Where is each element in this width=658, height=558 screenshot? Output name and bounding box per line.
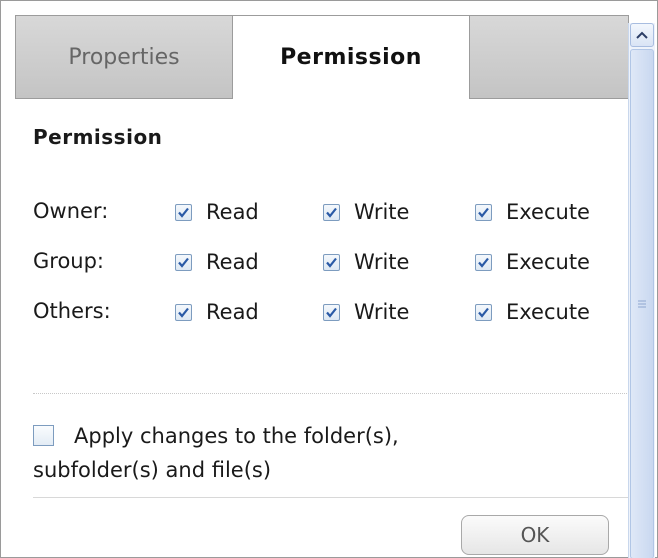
checkmark-icon	[478, 307, 489, 318]
checkbox-box[interactable]	[175, 303, 192, 321]
chevron-up-icon	[636, 31, 648, 39]
grip-icon	[638, 300, 646, 308]
checkmark-icon	[478, 257, 489, 268]
group-read-checkbox[interactable]: Read	[175, 245, 259, 279]
scroll-up-button[interactable]	[630, 23, 654, 47]
checkmark-icon	[326, 257, 337, 268]
tab-properties[interactable]: Properties	[15, 15, 233, 99]
owner-label: Owner:	[33, 199, 109, 223]
checkbox-box[interactable]	[323, 203, 340, 221]
others-permission-row: Others: Read Write Execute	[33, 295, 633, 329]
checkbox-box[interactable]	[323, 303, 340, 321]
checkbox-box[interactable]	[475, 253, 492, 271]
group-execute-label: Execute	[506, 250, 590, 274]
vertical-scrollbar[interactable]	[628, 23, 655, 558]
checkmark-icon	[326, 207, 337, 218]
tab-permission[interactable]: Permission	[233, 15, 469, 99]
group-permission-row: Group: Read Write Execute	[33, 245, 633, 279]
others-write-checkbox[interactable]: Write	[323, 295, 409, 329]
checkbox-box[interactable]	[175, 253, 192, 271]
section-title: Permission	[33, 125, 163, 149]
owner-write-checkbox[interactable]: Write	[323, 195, 409, 229]
permission-dialog: Properties Permission Permission Owner: …	[0, 0, 658, 558]
tab-filler	[469, 15, 629, 99]
others-read-checkbox[interactable]: Read	[175, 295, 259, 329]
checkmark-icon	[178, 257, 189, 268]
checkbox-box[interactable]	[323, 253, 340, 271]
footer-divider	[33, 497, 629, 498]
group-execute-checkbox[interactable]: Execute	[475, 245, 590, 279]
ok-button[interactable]: OK	[461, 515, 609, 555]
checkbox-box[interactable]	[475, 203, 492, 221]
tab-permission-label: Permission	[280, 45, 422, 70]
others-read-label: Read	[206, 300, 259, 324]
tab-bar: Properties Permission	[15, 15, 629, 99]
checkbox-box[interactable]	[175, 203, 192, 221]
tab-properties-label: Properties	[68, 44, 180, 70]
checkmark-icon	[178, 207, 189, 218]
checkmark-icon	[326, 307, 337, 318]
group-label: Group:	[33, 249, 105, 273]
owner-permission-row: Owner: Read Write Execute	[33, 195, 633, 229]
others-write-label: Write	[354, 300, 410, 324]
others-execute-checkbox[interactable]: Execute	[475, 295, 590, 329]
group-write-checkbox[interactable]: Write	[323, 245, 409, 279]
apply-line-1: Apply changes to the folder(s),	[74, 424, 399, 448]
section-divider	[33, 393, 629, 394]
owner-write-label: Write	[354, 200, 410, 224]
checkbox-box[interactable]	[475, 303, 492, 321]
checkmark-icon	[478, 207, 489, 218]
group-read-label: Read	[206, 250, 259, 274]
others-execute-label: Execute	[506, 300, 590, 324]
owner-read-checkbox[interactable]: Read	[175, 195, 259, 229]
scroll-thumb[interactable]	[630, 49, 654, 558]
owner-execute-checkbox[interactable]: Execute	[475, 195, 590, 229]
others-label: Others:	[33, 299, 111, 323]
owner-read-label: Read	[206, 200, 259, 224]
apply-recursive-checkbox[interactable]	[33, 425, 54, 446]
group-write-label: Write	[354, 250, 410, 274]
owner-execute-label: Execute	[506, 200, 590, 224]
apply-line-2: subfolder(s) and file(s)	[33, 458, 272, 482]
apply-recursive-option: Apply changes to the folder(s), subfolde…	[33, 419, 629, 487]
checkmark-icon	[178, 307, 189, 318]
